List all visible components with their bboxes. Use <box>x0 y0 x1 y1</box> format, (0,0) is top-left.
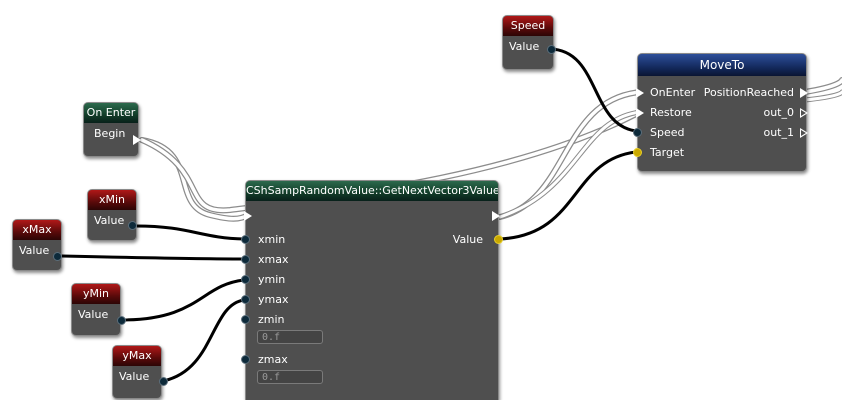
ymax-variable-node[interactable]: yMax Value <box>112 345 168 399</box>
xmax-variable-node[interactable]: xMax Value <box>12 219 62 271</box>
restore-input-label: Restore <box>650 106 692 119</box>
data-wire-target <box>498 150 638 241</box>
positionreached-output-port[interactable] <box>800 88 808 98</box>
node-title: yMin <box>72 284 120 304</box>
zmax-input-port[interactable] <box>241 355 250 364</box>
data-wire-xmin <box>134 224 246 241</box>
speed-variable-node[interactable]: Speed Value <box>502 15 556 70</box>
ymin-input-port[interactable] <box>241 275 250 284</box>
pin-label: Begin <box>94 127 126 140</box>
speed-input-label: Speed <box>650 126 685 139</box>
exec-wire-loop <box>802 77 842 95</box>
pin-label: Value <box>78 308 109 321</box>
restore-input-port[interactable] <box>636 108 644 118</box>
pin-label: Value <box>119 370 150 383</box>
exec-out-port[interactable] <box>492 211 500 221</box>
exec-in-port[interactable] <box>244 211 252 221</box>
moveto-function-node[interactable]: MoveTo OnEnter Restore Speed Target Posi… <box>633 53 808 172</box>
ymax-value-port[interactable] <box>159 377 168 386</box>
out1-output-port[interactable] <box>800 128 808 138</box>
zmax-value-field[interactable]: 0.f <box>257 370 323 384</box>
node-title: On Enter <box>84 103 138 123</box>
pin-label: Value <box>509 40 540 53</box>
exec-wire-onenter-random <box>139 137 251 222</box>
zmin-input-label: zmin <box>258 313 285 326</box>
value-output-port[interactable] <box>494 235 503 244</box>
data-wire-speed <box>548 47 638 133</box>
xmin-input-label: xmin <box>258 233 286 246</box>
ymax-input-port[interactable] <box>241 295 250 304</box>
xmin-variable-node[interactable]: xMin Value <box>87 189 137 241</box>
out0-output-label: out_0 <box>763 106 794 119</box>
random-vector-function-node[interactable]: CShSampRandomValue::GetNextVector3Value … <box>241 180 503 400</box>
on-enter-event-node[interactable]: On Enter Begin <box>83 102 141 157</box>
onenter-input-port[interactable] <box>636 88 644 98</box>
zmin-input-port[interactable] <box>241 315 250 324</box>
xmax-input-label: xmax <box>258 253 289 266</box>
data-wire-ymin <box>119 278 246 322</box>
target-input-port[interactable] <box>633 148 642 157</box>
speed-value-port[interactable] <box>547 45 556 54</box>
ymin-value-port[interactable] <box>117 316 126 325</box>
value-output-label: Value <box>452 233 483 246</box>
node-title: yMax <box>113 346 161 366</box>
speed-input-port[interactable] <box>633 128 642 137</box>
ymin-input-label: ymin <box>258 273 286 286</box>
ymax-input-label: ymax <box>258 293 289 306</box>
exec-wire-random-onenter <box>497 89 643 220</box>
node-title: MoveTo <box>638 54 806 76</box>
node-title: xMax <box>13 220 61 240</box>
graph-canvas[interactable]: Speed Value On Enter Begin xMin Value xM… <box>0 0 842 400</box>
begin-exec-port[interactable] <box>133 135 141 145</box>
xmax-input-port[interactable] <box>241 255 250 264</box>
zmax-input-label: zmax <box>258 353 288 366</box>
exec-wire-random-restore <box>497 109 643 220</box>
onenter-input-label: OnEnter <box>650 86 696 99</box>
xmax-value-port[interactable] <box>53 252 62 261</box>
node-title: CShSampRandomValue::GetNextVector3Value <box>246 181 498 201</box>
zmin-value-field[interactable]: 0.f <box>257 330 323 344</box>
out0-output-port[interactable] <box>800 108 808 118</box>
ymin-variable-node[interactable]: yMin Value <box>71 283 126 336</box>
node-title: Speed <box>503 16 553 36</box>
xmin-value-port[interactable] <box>128 221 137 230</box>
target-input-label: Target <box>650 146 685 159</box>
pin-label: Value <box>19 244 50 257</box>
node-title: xMin <box>88 190 136 210</box>
xmin-input-port[interactable] <box>241 235 250 244</box>
data-wire-ymax <box>161 298 246 383</box>
out1-output-label: out_1 <box>763 126 794 139</box>
data-wire-xmax <box>60 254 246 261</box>
pin-label: Value <box>94 214 125 227</box>
positionreached-output-label: PositionReached <box>703 86 794 99</box>
